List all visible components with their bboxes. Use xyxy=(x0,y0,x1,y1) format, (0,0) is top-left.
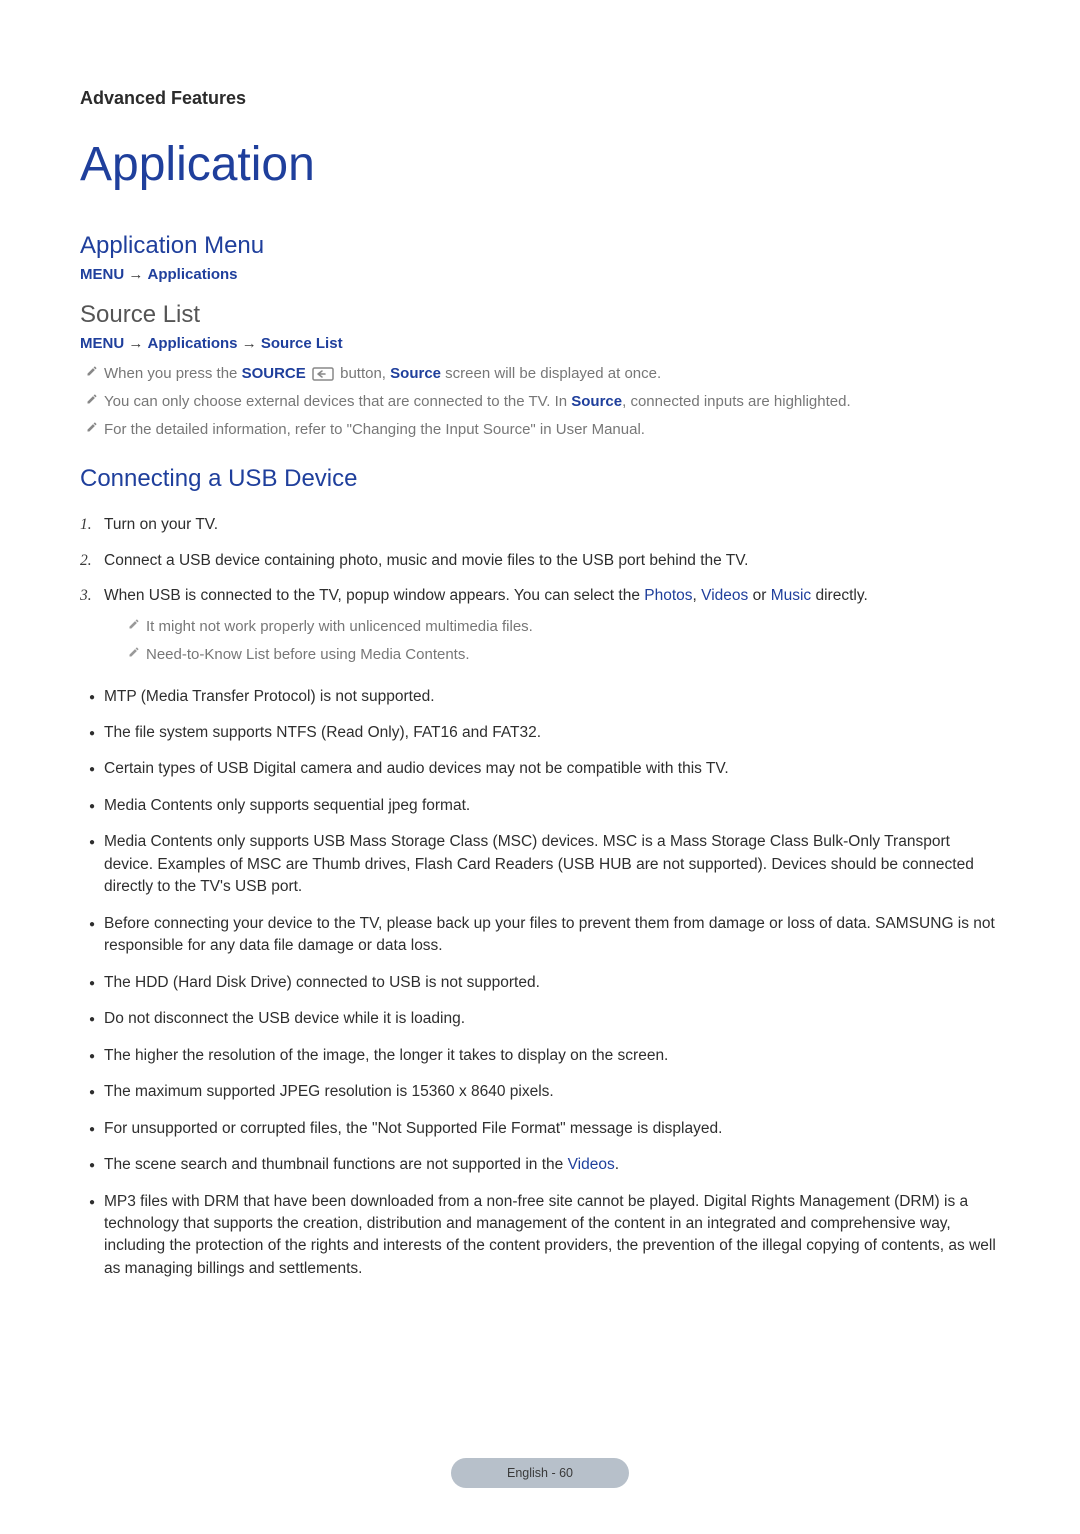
usb-steps: 1. Turn on your TV. 2. Connect a USB dev… xyxy=(80,507,1000,674)
bullet-text: MTP (Media Transfer Protocol) is not sup… xyxy=(104,686,1000,708)
source-link: Source xyxy=(390,365,441,382)
section-label: Advanced Features xyxy=(80,88,1000,109)
bullet-icon: ● xyxy=(80,1008,104,1028)
bullet-text: The scene search and thumbnail functions… xyxy=(104,1154,1000,1176)
path-source-list: Source List xyxy=(261,335,343,352)
source-button-icon xyxy=(312,367,334,381)
bullet-icon: ● xyxy=(80,1154,104,1174)
step-number: 3. xyxy=(80,584,104,607)
ref-videos: Videos xyxy=(701,587,748,604)
bullet-text: Before connecting your device to the TV,… xyxy=(104,913,1000,958)
note-text: You can only choose external devices tha… xyxy=(104,391,1000,413)
bullet-text: The maximum supported JPEG resolution is… xyxy=(104,1081,1000,1103)
bullet-text: Certain types of USB Digital camera and … xyxy=(104,758,1000,780)
step-subnotes: It might not work properly with unlicenc… xyxy=(104,613,1000,669)
list-item: ●MTP (Media Transfer Protocol) is not su… xyxy=(80,679,1000,715)
bullet-icon: ● xyxy=(80,913,104,933)
path-arrow: → xyxy=(242,335,257,352)
bullet-icon: ● xyxy=(80,972,104,992)
pencil-note-icon xyxy=(122,616,146,630)
ref-music: Music xyxy=(771,587,811,604)
bullet-icon: ● xyxy=(80,1081,104,1101)
step-item: 1. Turn on your TV. xyxy=(80,507,1000,542)
pencil-note-icon xyxy=(80,419,104,433)
note-text: It might not work properly with unlicenc… xyxy=(146,616,1000,638)
usb-bullets: ●MTP (Media Transfer Protocol) is not su… xyxy=(80,679,1000,1288)
bullet-icon: ● xyxy=(80,722,104,742)
note-text: When you press the SOURCE button, Source… xyxy=(104,363,1000,385)
page-footer: English - 60 xyxy=(451,1458,629,1488)
manual-page: Advanced Features Application Applicatio… xyxy=(0,0,1080,1534)
bullet-icon: ● xyxy=(80,1045,104,1065)
step-number: 1. xyxy=(80,513,104,536)
list-item: ●The HDD (Hard Disk Drive) connected to … xyxy=(80,965,1000,1001)
ref-photos: Photos xyxy=(644,587,692,604)
heading-usb: Connecting a USB Device xyxy=(80,465,1000,493)
bullet-icon: ● xyxy=(80,1118,104,1138)
heading-application-menu: Application Menu xyxy=(80,232,1000,260)
list-item: ●The higher the resolution of the image,… xyxy=(80,1038,1000,1074)
path-menu: MENU xyxy=(80,266,124,283)
heading-source-list: Source List xyxy=(80,301,1000,329)
note-item: You can only choose external devices tha… xyxy=(80,388,1000,416)
list-item: ●Do not disconnect the USB device while … xyxy=(80,1001,1000,1037)
path-applications: Applications xyxy=(148,335,238,352)
bullet-text: Media Contents only supports sequential … xyxy=(104,795,1000,817)
pencil-note-icon xyxy=(80,363,104,377)
list-item: ●For unsupported or corrupted files, the… xyxy=(80,1111,1000,1147)
bullet-icon: ● xyxy=(80,686,104,706)
pencil-note-icon xyxy=(122,644,146,658)
bullet-icon: ● xyxy=(80,795,104,815)
note-item: It might not work properly with unlicenc… xyxy=(104,613,1000,641)
list-item: ●Before connecting your device to the TV… xyxy=(80,906,1000,965)
ref-videos: Videos xyxy=(568,1156,615,1173)
step-text: Turn on your TV. xyxy=(104,513,1000,536)
page-title: Application xyxy=(80,137,1000,192)
note-text: For the detailed information, refer to "… xyxy=(104,419,1000,441)
list-item: ●The file system supports NTFS (Read Onl… xyxy=(80,715,1000,751)
path-application-menu: MENU → Applications xyxy=(80,266,1000,283)
list-item: ●MP3 files with DRM that have been downl… xyxy=(80,1184,1000,1288)
note-item: Need-to-Know List before using Media Con… xyxy=(104,641,1000,669)
step-text: When USB is connected to the TV, popup w… xyxy=(104,584,1000,669)
bullet-text: The HDD (Hard Disk Drive) connected to U… xyxy=(104,972,1000,994)
source-button-label: SOURCE xyxy=(242,365,306,382)
bullet-text: Media Contents only supports USB Mass St… xyxy=(104,831,1000,898)
pencil-note-icon xyxy=(80,391,104,405)
path-source-list: MENU → Applications → Source List xyxy=(80,335,1000,352)
step-number: 2. xyxy=(80,549,104,572)
bullet-text: Do not disconnect the USB device while i… xyxy=(104,1008,1000,1030)
bullet-icon: ● xyxy=(80,1191,104,1211)
path-arrow: → xyxy=(128,335,143,352)
path-applications: Applications xyxy=(148,266,238,283)
list-item: ●Certain types of USB Digital camera and… xyxy=(80,751,1000,787)
step-text: Connect a USB device containing photo, m… xyxy=(104,549,1000,572)
bullet-text: For unsupported or corrupted files, the … xyxy=(104,1118,1000,1140)
path-menu: MENU xyxy=(80,335,124,352)
source-link: Source xyxy=(571,393,622,410)
bullet-text: The file system supports NTFS (Read Only… xyxy=(104,722,1000,744)
note-item: When you press the SOURCE button, Source… xyxy=(80,360,1000,388)
note-text: Need-to-Know List before using Media Con… xyxy=(146,644,1000,666)
step-item: 3. When USB is connected to the TV, popu… xyxy=(80,578,1000,675)
list-item: ●The scene search and thumbnail function… xyxy=(80,1147,1000,1183)
bullet-text: The higher the resolution of the image, … xyxy=(104,1045,1000,1067)
bullet-text: MP3 files with DRM that have been downlo… xyxy=(104,1191,1000,1281)
bullet-icon: ● xyxy=(80,831,104,851)
list-item: ●Media Contents only supports USB Mass S… xyxy=(80,824,1000,905)
source-list-notes: When you press the SOURCE button, Source… xyxy=(80,360,1000,443)
step-item: 2. Connect a USB device containing photo… xyxy=(80,543,1000,578)
path-arrow: → xyxy=(128,266,143,283)
bullet-icon: ● xyxy=(80,758,104,778)
list-item: ●Media Contents only supports sequential… xyxy=(80,788,1000,824)
list-item: ●The maximum supported JPEG resolution i… xyxy=(80,1074,1000,1110)
note-item: For the detailed information, refer to "… xyxy=(80,416,1000,444)
